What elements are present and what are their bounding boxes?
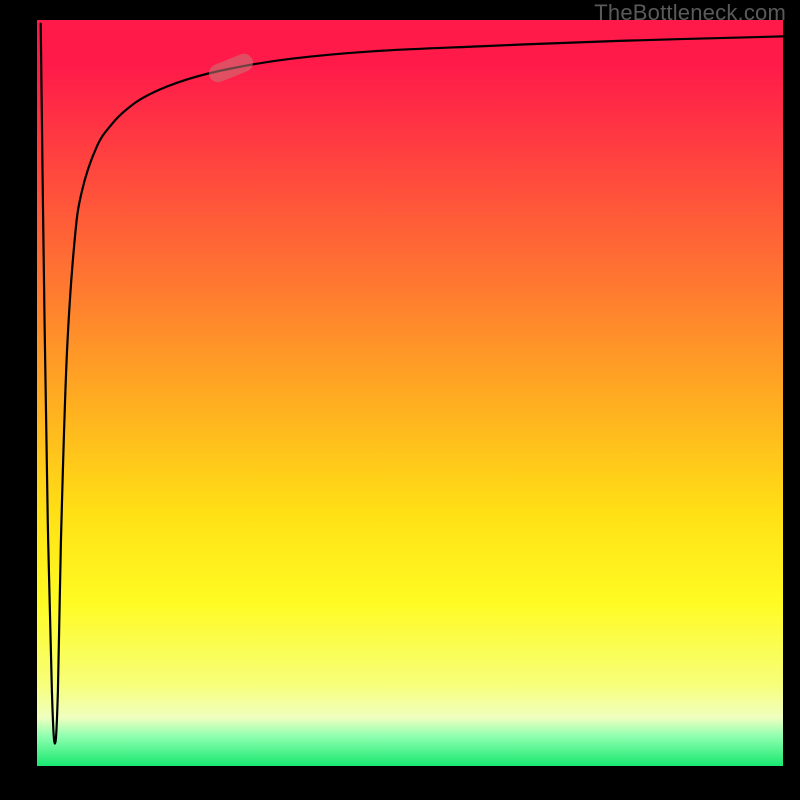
bottleneck-curve <box>41 24 783 744</box>
watermark-text: TheBottleneck.com <box>594 0 786 26</box>
curve-svg <box>37 20 783 766</box>
chart-frame: TheBottleneck.com <box>0 0 800 800</box>
